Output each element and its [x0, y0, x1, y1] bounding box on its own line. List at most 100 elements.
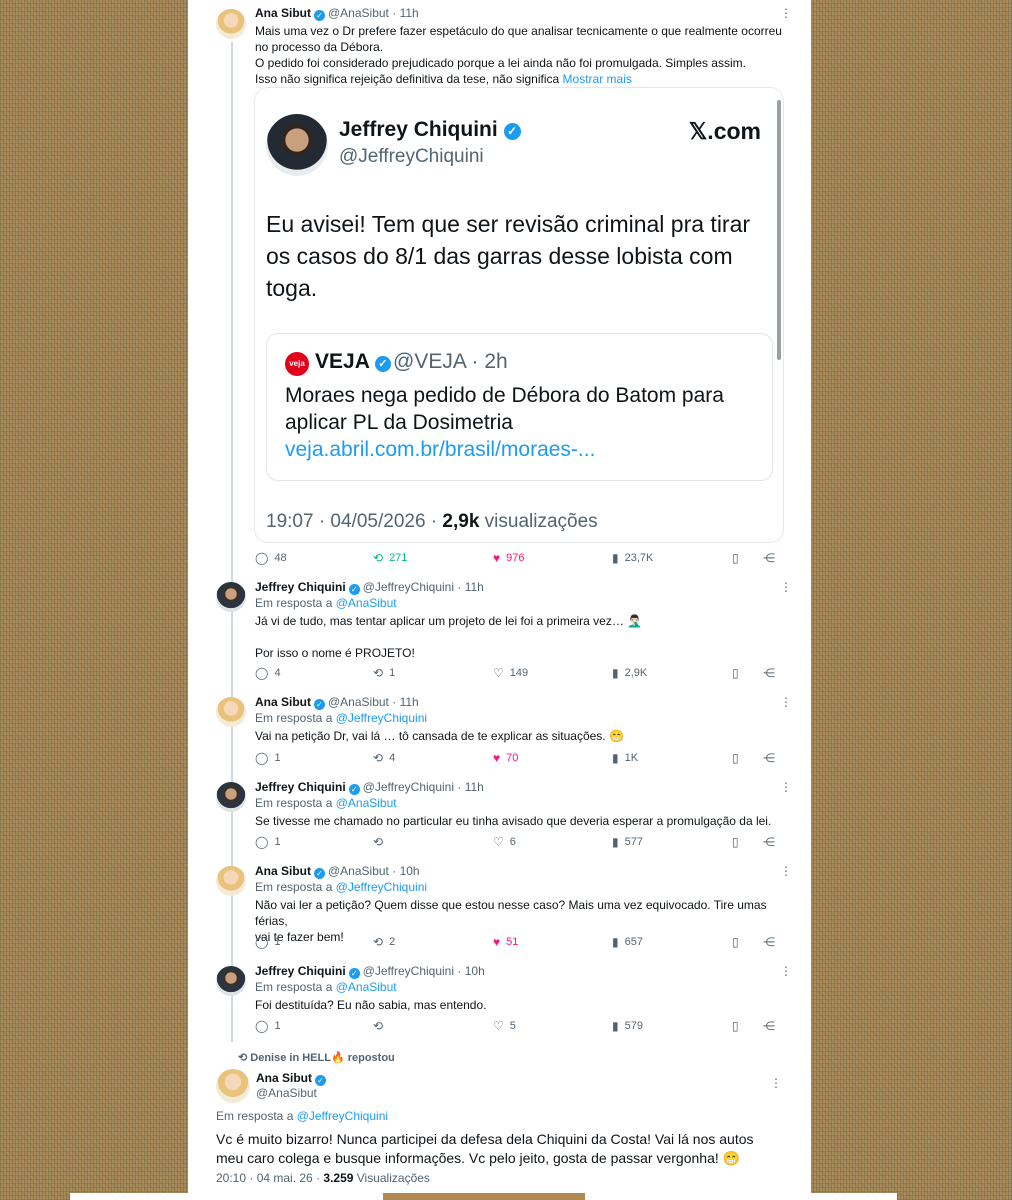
- more-icon[interactable]: ⋮: [780, 580, 792, 594]
- repost-text[interactable]: Denise in HELL🔥 repostou: [250, 1052, 395, 1064]
- views-button[interactable]: ▮ 657: [612, 935, 643, 949]
- tweet-time[interactable]: 10h: [400, 864, 420, 878]
- reply-to-link[interactable]: @AnaSibut: [336, 796, 397, 810]
- author-handle[interactable]: @JeffreyChiquini: [363, 780, 454, 794]
- repost-icon: ⟲: [373, 551, 384, 565]
- reply-icon: ◯: [255, 1019, 269, 1033]
- share-button[interactable]: ⋲: [763, 751, 775, 765]
- view-count: 579: [624, 1020, 643, 1032]
- author-handle[interactable]: @AnaSibut: [328, 695, 389, 709]
- bookmark-icon: ▯: [732, 1019, 739, 1033]
- author-name[interactable]: Jeffrey Chiquini: [255, 780, 346, 794]
- reply-button[interactable]: ◯ 1: [255, 935, 281, 949]
- tweet-time[interactable]: 11h: [400, 6, 419, 20]
- reply-button[interactable]: ◯ 48: [255, 551, 287, 565]
- veja-link[interactable]: veja.abril.com.br/brasil/moraes-...: [285, 438, 595, 461]
- final-views-label: Visualizações: [353, 1171, 430, 1185]
- share-button[interactable]: ⋲: [763, 1019, 775, 1033]
- verified-icon: ✓: [314, 699, 325, 710]
- more-icon[interactable]: ⋮: [780, 964, 792, 978]
- bookmark-button[interactable]: ▯: [732, 935, 739, 949]
- author-handle[interactable]: @AnaSibut: [328, 6, 389, 20]
- author-handle[interactable]: @JeffreyChiquini: [363, 580, 454, 594]
- like-button[interactable]: ♥ 976: [493, 551, 524, 565]
- views-button[interactable]: ▮ 1K: [612, 751, 638, 765]
- reply-to-link[interactable]: @JeffreyChiquini: [297, 1109, 388, 1123]
- repost-button[interactable]: ⟲ 1: [373, 666, 395, 680]
- veja-headline: Moraes nega pedido de Débora do Batom pa…: [285, 384, 724, 434]
- views-button[interactable]: ▮ 577: [612, 835, 643, 849]
- scrollbar[interactable]: [777, 100, 781, 360]
- author-handle[interactable]: @AnaSibut: [256, 1086, 329, 1100]
- more-icon[interactable]: ⋮: [780, 6, 792, 20]
- more-icon[interactable]: ⋮: [770, 1076, 782, 1090]
- quoted-tweet-card[interactable]: Jeffrey Chiquini ✓ @JeffreyChiquini 𝕏.com…: [254, 87, 784, 543]
- more-icon[interactable]: ⋮: [780, 695, 792, 709]
- author-handle[interactable]: @JeffreyChiquini: [363, 964, 454, 978]
- reply-button[interactable]: ◯ 4: [255, 666, 281, 680]
- tweet-time[interactable]: 11h: [400, 695, 419, 709]
- avatar[interactable]: [216, 782, 246, 812]
- share-button[interactable]: ⋲: [763, 935, 775, 949]
- like-button[interactable]: ♡ 149: [493, 666, 528, 680]
- share-button[interactable]: ⋲: [763, 835, 775, 849]
- views-button[interactable]: ▮ 2,9K: [612, 666, 647, 680]
- bookmark-button[interactable]: ▯: [732, 835, 739, 849]
- author-name[interactable]: Ana Sibut: [255, 695, 311, 709]
- avatar[interactable]: [216, 866, 246, 896]
- reply-to-link[interactable]: @AnaSibut: [336, 596, 397, 610]
- repost-button[interactable]: ⟲ 4: [373, 751, 395, 765]
- like-button[interactable]: ♡ 6: [493, 835, 516, 849]
- views-button[interactable]: ▮ 23,7K: [612, 551, 653, 565]
- reply-button[interactable]: ◯ 1: [255, 835, 281, 849]
- avatar[interactable]: [216, 9, 246, 39]
- heart-icon: ♡: [493, 835, 504, 849]
- avatar[interactable]: [216, 582, 246, 612]
- tweet-time[interactable]: 10h: [465, 964, 485, 978]
- repost-icon: ⟲: [373, 751, 384, 765]
- repost-button[interactable]: ⟲: [373, 835, 389, 849]
- more-icon[interactable]: ⋮: [780, 864, 792, 878]
- quoted-tweet-text: Eu avisei! Tem que ser revisão criminal …: [266, 211, 751, 301]
- bookmark-button[interactable]: ▯: [732, 1019, 739, 1033]
- like-button[interactable]: ♡ 5: [493, 1019, 516, 1033]
- show-more-link[interactable]: Mostrar mais: [563, 72, 632, 86]
- repost-button[interactable]: ⟲: [373, 1019, 389, 1033]
- tweet-time[interactable]: 11h: [465, 580, 484, 594]
- author-name[interactable]: Ana Sibut: [255, 864, 311, 878]
- reply-to-link[interactable]: @JeffreyChiquini: [336, 880, 427, 894]
- repost-button[interactable]: ⟲ 271: [373, 551, 407, 565]
- reply-button[interactable]: ◯ 1: [255, 1019, 281, 1033]
- author-name[interactable]: Jeffrey Chiquini: [255, 580, 346, 594]
- more-icon[interactable]: ⋮: [780, 780, 792, 794]
- author-name[interactable]: Ana Sibut: [256, 1071, 312, 1085]
- avatar[interactable]: [216, 966, 246, 996]
- author-name[interactable]: Ana Sibut: [255, 6, 311, 20]
- author-name[interactable]: Jeffrey Chiquini: [255, 964, 346, 978]
- author-handle[interactable]: @AnaSibut: [328, 864, 389, 878]
- like-button[interactable]: ♥ 51: [493, 935, 518, 949]
- reply-to-link[interactable]: @JeffreyChiquini: [336, 711, 427, 725]
- repost-button[interactable]: ⟲ 2: [373, 935, 395, 949]
- tweet-text-line: O pedido foi considerado prejudicado por…: [255, 56, 746, 70]
- reply-prefix: Em resposta a: [255, 796, 336, 810]
- reply-prefix: Em resposta a: [255, 980, 336, 994]
- reply-button[interactable]: ◯ 1: [255, 751, 281, 765]
- views-button[interactable]: ▮ 579: [612, 1019, 643, 1033]
- veja-link-card[interactable]: veja VEJA ✓ @VEJA · 2h Moraes nega pedido…: [266, 333, 773, 481]
- view-count: 23,7K: [624, 552, 654, 564]
- avatar[interactable]: [216, 1069, 250, 1103]
- bookmark-button[interactable]: ▯: [732, 666, 739, 680]
- like-button[interactable]: ♥ 70: [493, 751, 518, 765]
- share-button[interactable]: ⋲: [763, 551, 775, 565]
- share-icon: ⋲: [763, 1019, 775, 1033]
- share-button[interactable]: ⋲: [763, 666, 775, 680]
- bookmark-button[interactable]: ▯: [732, 551, 739, 565]
- reply-to-link[interactable]: @AnaSibut: [336, 980, 397, 994]
- avatar[interactable]: [216, 697, 246, 727]
- bookmark-button[interactable]: ▯: [732, 751, 739, 765]
- reply-prefix: Em resposta a: [255, 880, 336, 894]
- views-icon: ▮: [612, 751, 619, 765]
- tweet-time[interactable]: 11h: [465, 780, 484, 794]
- view-count: 1K: [624, 752, 639, 764]
